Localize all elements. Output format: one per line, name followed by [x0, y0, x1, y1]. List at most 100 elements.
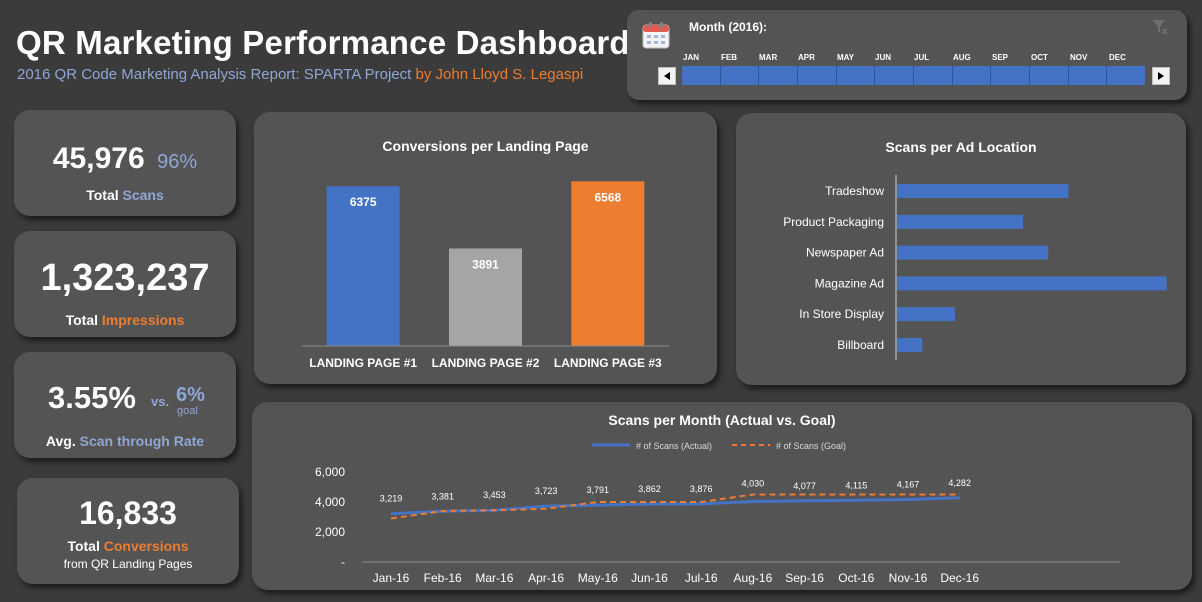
x-tick-label: Jul-16 — [685, 571, 718, 585]
x-tick-label: Mar-16 — [475, 571, 513, 585]
y-tick-label: Tradeshow — [825, 184, 884, 198]
month-label: JUN — [875, 53, 892, 62]
month-cell-jun[interactable] — [875, 66, 915, 85]
timeline-label: Month (2016): — [689, 20, 767, 34]
conversions-chart-card: Conversions per Landing Page 6375 LANDING… — [254, 112, 717, 384]
monthly-line-chart: # of Scans (Actual) # of Scans (Goal) - 2,0… — [315, 441, 1120, 585]
month-cell-dec[interactable] — [1107, 66, 1146, 85]
kpi-impressions-value: 1,323,237 — [40, 257, 210, 299]
timeline-bar[interactable] — [682, 66, 1146, 85]
x-tick-label: Sep-16 — [785, 571, 824, 585]
month-label: DEC — [1109, 53, 1126, 62]
month-cell-nov[interactable] — [1068, 66, 1108, 85]
data-label: 4,282 — [948, 478, 971, 488]
timeline-month-labels: JAN FEB MAR APR MAY JUN JUL AUG SEP OCT … — [0, 53, 1202, 65]
month-label: SEP — [992, 53, 1009, 62]
x-tick-label: LANDING PAGE #2 — [432, 356, 540, 370]
kpi-scans-label-a: Total — [86, 187, 119, 203]
bar — [897, 338, 923, 352]
triangle-left-icon — [664, 72, 670, 80]
bar — [326, 186, 400, 346]
ad-location-bar-chart: Tradeshow Product Packaging Newspaper Ad Ma… — [783, 175, 1167, 360]
calendar-icon — [642, 22, 670, 49]
bar — [897, 184, 1069, 198]
data-label: 4,115 — [845, 480, 867, 490]
y-tick-label: In Store Display — [799, 307, 884, 321]
legend-label-actual: # of Scans (Actual) — [636, 441, 712, 451]
bar-data-label: 3891 — [472, 257, 499, 271]
month-cell-jul[interactable] — [914, 66, 953, 85]
kpi-conversions-label-b: Conversions — [103, 538, 189, 554]
clear-filter-icon[interactable] — [1151, 18, 1169, 36]
kpi-card-scans: 45,976 96% Total Scans — [14, 110, 236, 216]
month-label: AUG — [953, 53, 971, 62]
y-tick-label: 4,000 — [315, 495, 345, 509]
x-tick-label: Apr-16 — [528, 571, 564, 585]
bar — [571, 181, 645, 346]
y-tick-label: Newspaper Ad — [806, 246, 884, 260]
bar — [897, 245, 1049, 260]
month-cell-mar[interactable] — [759, 66, 799, 85]
kpi-rate-label-b: Scan through Rate — [79, 433, 205, 449]
data-label: 4,167 — [897, 479, 920, 489]
page-subtitle: 2016 QR Code Marketing Analysis Report: … — [17, 66, 583, 83]
triangle-right-icon — [1158, 72, 1164, 80]
x-tick-label: Jun-16 — [631, 571, 668, 585]
kpi-card-impressions: 1,323,237 Total Impressions — [14, 231, 236, 337]
data-label: 4,077 — [793, 481, 816, 491]
timeline-prev-button[interactable] — [658, 67, 676, 85]
kpi-conversions-value: 16,833 — [79, 495, 177, 531]
month-cell-jan[interactable] — [682, 66, 721, 85]
x-tick-label: Dec-16 — [940, 571, 979, 585]
y-tick-label: 6,000 — [315, 465, 345, 479]
monthly-scans-chart-card: Scans per Month (Actual vs. Goal) # of S… — [252, 402, 1192, 590]
data-label: 3,791 — [587, 485, 610, 495]
x-tick-label: LANDING PAGE #1 — [309, 356, 417, 370]
month-label: NOV — [1070, 53, 1088, 62]
y-tick-label: Product Packaging — [783, 215, 884, 229]
data-label: 3,381 — [431, 491, 454, 501]
month-cell-oct[interactable] — [1030, 66, 1069, 85]
month-cell-aug[interactable] — [952, 66, 992, 85]
month-label: JAN — [683, 53, 700, 62]
x-tick-label: LANDING PAGE #3 — [554, 356, 662, 370]
y-tick-label: Billboard — [837, 338, 884, 352]
y-tick-label: - — [341, 555, 345, 569]
kpi-rate-goal-label: goal — [177, 405, 198, 417]
month-label: MAY — [837, 53, 855, 62]
kpi-card-scan-rate: 3.55% vs. 6% goal Avg. Scan through Rate — [14, 352, 236, 458]
kpi-scans-row: 45,976 96% — [14, 142, 236, 176]
month-cell-apr[interactable] — [798, 66, 837, 85]
data-label: 3,219 — [380, 494, 403, 504]
bar — [897, 307, 955, 322]
timeline-next-button[interactable] — [1152, 67, 1170, 85]
kpi-rate-goal-value: 6% — [176, 384, 205, 406]
month-cell-may[interactable] — [836, 66, 876, 85]
x-tick-label: Nov-16 — [889, 571, 928, 585]
month-cell-feb[interactable] — [720, 66, 760, 85]
kpi-card-conversions: 16,833 Total Conversions from QR Landing… — [17, 478, 239, 584]
month-cell-sep[interactable] — [991, 66, 1031, 85]
bar — [897, 276, 1167, 291]
data-label: 3,862 — [638, 484, 661, 494]
kpi-conversions-label: Total Conversions — [17, 538, 239, 554]
kpi-conversions-label-a: Total — [67, 538, 100, 554]
subtitle-author: by John Lloyd S. Legaspi — [415, 66, 584, 83]
conversions-bar-chart: 6375 LANDING PAGE #1 3891 LANDING PAGE #2 65… — [302, 181, 669, 370]
y-tick-label: Magazine Ad — [815, 276, 884, 290]
month-label: MAR — [759, 53, 778, 62]
kpi-scans-value: 45,976 — [52, 142, 145, 175]
month-label: APR — [798, 53, 815, 62]
subtitle-project: 2016 QR Code Marketing Analysis Report: … — [17, 66, 412, 83]
x-tick-label: Jan-16 — [373, 571, 410, 585]
legend-label-goal: # of Scans (Goal) — [776, 441, 846, 451]
ad-location-chart-card: Scans per Ad Location Tradeshow Product P… — [736, 113, 1186, 385]
data-label: 3,453 — [483, 490, 506, 500]
kpi-rate-label: Avg. Scan through Rate — [14, 433, 236, 449]
bar-data-label: 6375 — [350, 195, 377, 209]
month-label: JUL — [914, 53, 930, 62]
bar — [897, 214, 1023, 229]
month-label: FEB — [721, 53, 737, 62]
kpi-scans-label: Total Scans — [14, 187, 236, 203]
kpi-impressions-label-b: Impressions — [101, 312, 185, 328]
